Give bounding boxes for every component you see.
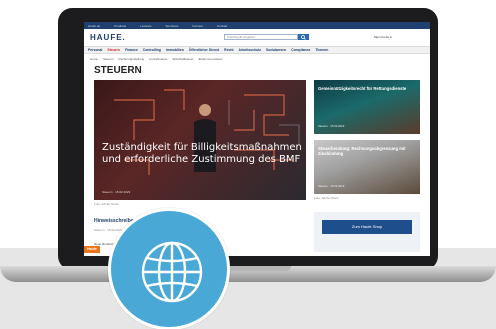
topbar-item[interactable]: Kontakt [217, 24, 227, 28]
breadcrumb: Home Steuern Rechnungsstellung Umsatzste… [84, 55, 430, 62]
side-article-title[interactable]: Steuerberatung: Rechnungsabgrenzung mit … [318, 146, 412, 156]
hero-article[interactable]: Zuständigkeit für Billigkeitsmaßnahmen u… [94, 80, 306, 200]
topbar-item[interactable]: Lexware [140, 24, 151, 28]
subnav-item[interactable]: Home [90, 57, 98, 61]
globe-badge [108, 208, 230, 329]
shop-button[interactable]: Zum Haufe Shop [322, 220, 412, 234]
side-caption: Foto: Adobe Stock [314, 196, 339, 200]
topbar-item[interactable]: Produkte [114, 24, 126, 28]
nav-item[interactable]: Arbeitsschutz [239, 48, 261, 52]
hero-meta: Steuern · 15.02.2023 [102, 190, 131, 194]
page-title: STEUERN [94, 65, 142, 76]
nav-item[interactable]: Sozialwesen [266, 48, 286, 52]
teaser-meta: Steuern · 15.02.2023 [94, 228, 123, 232]
topbar-item[interactable]: Haufe.de [88, 24, 100, 28]
side-article-meta: Steuern · 15.02.2023 [318, 124, 345, 128]
side-article-title[interactable]: Gemeinnützigkeitsrecht für Rettungsdiens… [318, 86, 412, 91]
nav-item[interactable]: Personal [88, 48, 102, 52]
nav-item[interactable]: Compliance [291, 48, 310, 52]
globe-icon [141, 241, 203, 303]
side-article-card[interactable]: Gemeinnützigkeitsrecht für Rettungsdiens… [314, 80, 420, 134]
nav-item[interactable]: Immobilien [166, 48, 184, 52]
topbar-item[interactable]: Karriere [192, 24, 203, 28]
search-icon [301, 34, 306, 40]
side-article-card[interactable]: Steuerberatung: Rechnungsabgrenzung mit … [314, 140, 420, 194]
nav-item[interactable]: Themen [315, 48, 328, 52]
site-header: HAUFE. Suchbegriff eingeben Mein Konto ● [84, 29, 430, 45]
hero-caption: Foto: Adobe Stock [94, 202, 119, 206]
subnav-item[interactable]: Einkommensteuer [199, 57, 223, 61]
top-utility-bar: Haufe.de Produkte Lexware Seminare Karri… [84, 22, 430, 29]
nav-item[interactable]: Öffentlicher Dienst [189, 48, 219, 52]
account-link[interactable]: Mein Konto ● [374, 35, 392, 39]
subnav-item[interactable]: Rechnungsstellung [119, 57, 145, 61]
account-label: Mein Konto [374, 35, 390, 39]
feedback-tab[interactable]: Haufe [84, 246, 100, 253]
laptop-scene: Haufe.de Produkte Lexware Seminare Karri… [0, 0, 496, 329]
haufe-logo[interactable]: HAUFE. [90, 33, 126, 42]
main-nav: Personal Steuern Finance Controlling Imm… [84, 46, 430, 54]
user-icon: ● [390, 35, 392, 39]
nav-item[interactable]: Controlling [143, 48, 161, 52]
subnav-item[interactable]: Steuern [103, 57, 114, 61]
hero-headline[interactable]: Zuständigkeit für Billigkeitsmaßnahmen u… [102, 142, 302, 166]
subnav-item[interactable]: Umsatzsteuer [149, 57, 168, 61]
search-input[interactable]: Suchbegriff eingeben [224, 34, 298, 40]
topbar-item[interactable]: Seminare [166, 24, 179, 28]
nav-item[interactable]: Finance [125, 48, 138, 52]
subnav-item[interactable]: Erbschaftsteuer [173, 57, 194, 61]
nav-item-active[interactable]: Steuern [107, 48, 120, 52]
nav-item[interactable]: Recht [224, 48, 233, 52]
search-button[interactable] [298, 34, 309, 40]
side-article-meta: Steuern · 15.02.2023 [318, 184, 345, 188]
